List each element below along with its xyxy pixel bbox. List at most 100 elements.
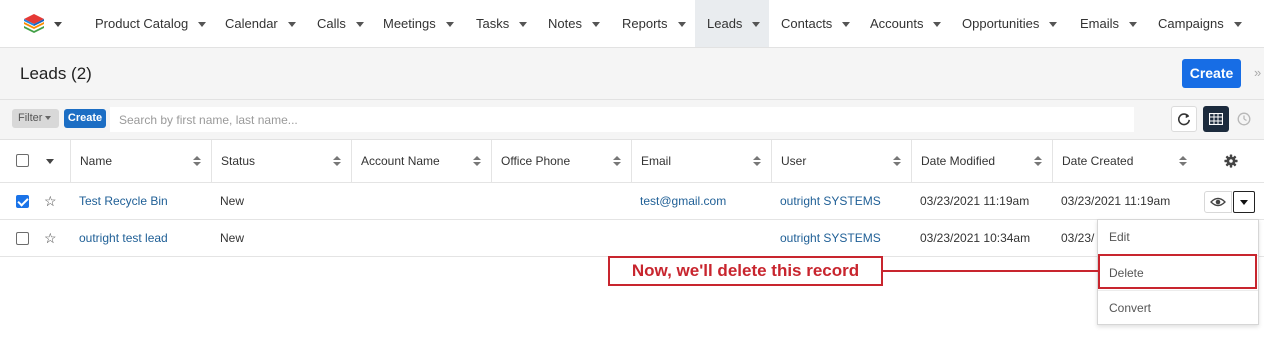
create-filter-button[interactable]: Create (64, 109, 106, 128)
column-label: Date Modified (921, 154, 996, 168)
sort-icon[interactable] (193, 156, 201, 167)
office-phone-cell (500, 220, 625, 256)
user-link[interactable]: outright SYSTEMS (780, 183, 905, 219)
table-grid-icon (1209, 113, 1223, 125)
column-label: Email (641, 154, 672, 168)
nav-item-emails[interactable]: Emails (1068, 0, 1146, 47)
nav-item-label: Campaigns (1158, 16, 1224, 31)
column-label: Account Name (361, 154, 440, 168)
nav-item-leads[interactable]: Leads (695, 0, 769, 47)
clock-icon (1237, 112, 1251, 126)
nav-item-reports[interactable]: Reports (610, 0, 695, 47)
column-header-status[interactable]: Status (211, 140, 351, 183)
sort-icon[interactable] (473, 156, 481, 167)
nav-item-label: Accounts (870, 16, 924, 31)
nav-item-meetings[interactable]: Meetings (371, 0, 464, 47)
chevron-down-icon (1049, 22, 1058, 28)
nav-item-label: Product Catalog (95, 16, 189, 31)
column-label: Date Created (1062, 154, 1134, 168)
chevron-down-icon[interactable] (54, 22, 62, 27)
nav-item-contacts[interactable]: Contacts (769, 0, 858, 47)
nav-item-calls[interactable]: Calls (305, 0, 371, 47)
search-input[interactable] (110, 107, 1134, 132)
select-all-checkbox[interactable] (16, 154, 29, 167)
page-title: Leads (2) (20, 64, 92, 83)
eye-icon (1210, 197, 1226, 207)
column-header-office-phone[interactable]: Office Phone (491, 140, 631, 183)
column-header-date-modified[interactable]: Date Modified (911, 140, 1052, 183)
nav-item-label: Tasks (476, 16, 510, 31)
nav-item-tasks[interactable]: Tasks (464, 0, 536, 47)
nav-item-label: Meetings (383, 16, 436, 31)
star-icon[interactable]: ☆ (44, 231, 57, 245)
sort-icon[interactable] (893, 156, 901, 167)
menu-item-convert[interactable]: Convert (1098, 290, 1258, 324)
nav-item-opportunities[interactable]: Opportunities (950, 0, 1068, 47)
annotation-callout: Now, we'll delete this record (608, 256, 883, 286)
email-link[interactable]: test@gmail.com (640, 183, 765, 219)
sort-icon[interactable] (1034, 156, 1042, 167)
sort-icon[interactable] (753, 156, 761, 167)
chevron-down-icon (677, 22, 686, 28)
nav-item-notes[interactable]: Notes (536, 0, 610, 47)
column-settings[interactable] (1197, 140, 1264, 183)
chevron-down-icon (519, 22, 528, 28)
user-link[interactable]: outright SYSTEMS (780, 220, 905, 256)
column-label: Office Phone (501, 154, 571, 168)
column-header-account-name[interactable]: Account Name (351, 140, 491, 183)
list-view-button[interactable] (1203, 106, 1229, 132)
table-row[interactable]: ☆ Test Recycle Bin New test@gmail.com ou… (0, 183, 1264, 220)
sort-icon[interactable] (613, 156, 621, 167)
column-header-name[interactable]: Name (70, 140, 211, 183)
filter-bar: Filter Create (0, 100, 1264, 140)
lead-name-link[interactable]: Test Recycle Bin (79, 183, 209, 219)
column-header-date-created[interactable]: Date Created (1052, 140, 1197, 183)
table-row[interactable]: ☆ outright test lead New outright SYSTEM… (0, 220, 1264, 257)
table-header: Name Status Account Name Office Phone Em… (0, 140, 1264, 183)
row-actions-dropdown-button[interactable] (1233, 191, 1255, 213)
sort-icon[interactable] (333, 156, 341, 167)
lead-name-link[interactable]: outright test lead (79, 220, 209, 256)
row-checkbox[interactable] (16, 232, 29, 245)
preview-button[interactable] (1204, 191, 1232, 213)
gear-icon[interactable] (1224, 154, 1238, 168)
filter-button[interactable]: Filter (12, 109, 59, 128)
page-header: Leads (2) Create » (0, 48, 1264, 100)
top-navigation: Product Catalog Calendar Calls Meetings … (0, 0, 1264, 48)
chevron-down-icon (355, 22, 364, 28)
mass-actions-chevron-icon[interactable] (46, 159, 54, 164)
column-header-email[interactable]: Email (631, 140, 771, 183)
nav-item-accounts[interactable]: Accounts (858, 0, 950, 47)
nav-item-label: Emails (1080, 16, 1120, 31)
layers-logo-icon[interactable] (22, 12, 46, 36)
row-checkbox[interactable] (16, 195, 29, 208)
nav-item-calendar[interactable]: Calendar (213, 0, 305, 47)
column-label: User (781, 154, 807, 168)
column-label: Status (221, 154, 256, 168)
nav-item-label: Notes (548, 16, 582, 31)
nav-item-campaigns[interactable]: Campaigns (1146, 0, 1264, 47)
sort-icon[interactable] (1179, 156, 1187, 167)
email-link[interactable] (640, 220, 765, 256)
star-icon[interactable]: ☆ (44, 194, 57, 208)
chevron-down-icon (445, 22, 454, 28)
chevron-down-icon (752, 22, 761, 28)
nav-item-label: Calls (317, 16, 346, 31)
annotation-connector (883, 270, 1098, 272)
chevron-down-icon (1233, 22, 1242, 28)
chevron-down-icon (45, 116, 52, 121)
column-header-user[interactable]: User (771, 140, 911, 183)
status-cell: New (220, 231, 245, 245)
nav-item-label: Leads (707, 16, 743, 31)
double-chevron-right-icon[interactable]: » (1254, 65, 1261, 80)
menu-item-edit[interactable]: Edit (1098, 220, 1258, 254)
delete-highlight-box (1098, 254, 1257, 289)
account-name-cell (360, 183, 485, 219)
activity-stream-button[interactable] (1231, 106, 1257, 132)
create-record-button[interactable]: Create (1182, 59, 1241, 88)
chevron-down-icon (591, 22, 600, 28)
nav-item-label: Calendar (225, 16, 278, 31)
nav-item-product-catalog[interactable]: Product Catalog (83, 0, 213, 47)
nav-item-label: Reports (622, 16, 668, 31)
refresh-button[interactable] (1171, 106, 1197, 132)
